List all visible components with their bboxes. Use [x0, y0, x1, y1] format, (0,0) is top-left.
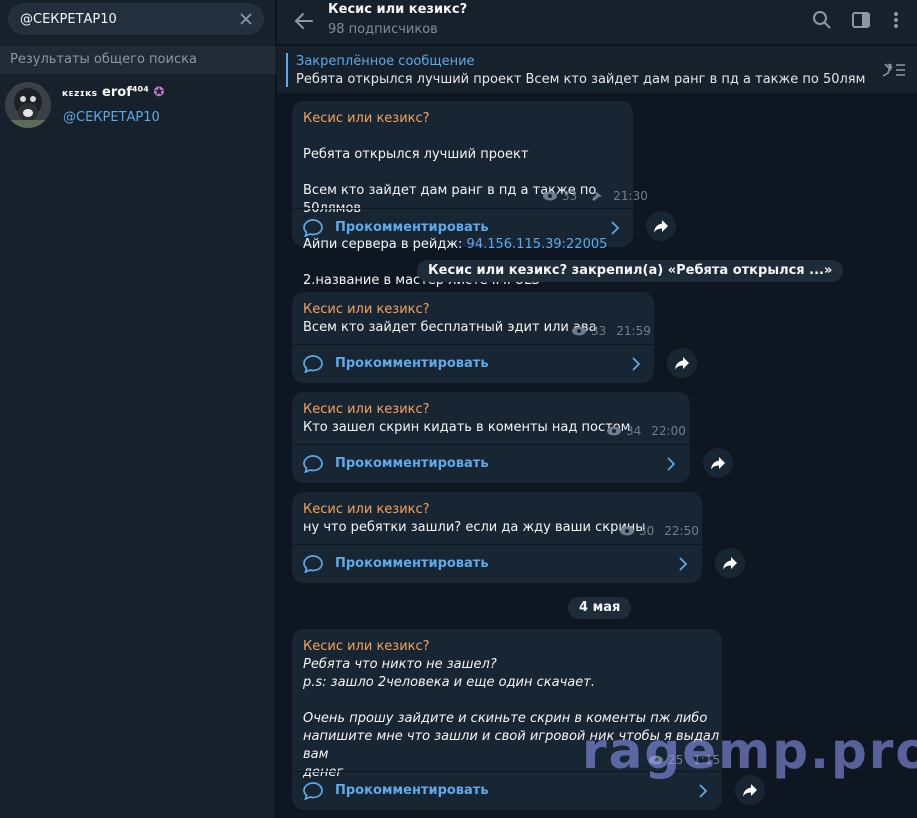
avatar [5, 82, 51, 128]
comment-button[interactable]: Прокомментировать [292, 545, 702, 583]
message-meta: 33 21:59 [571, 324, 651, 338]
message-time: 21:59 [616, 324, 651, 338]
message-author[interactable]: Кесис или кезикс? [303, 639, 430, 654]
section-label: Результаты общего поиска [0, 46, 276, 74]
message-time: 21:30 [613, 189, 648, 203]
comment-icon [303, 455, 323, 473]
share-icon [743, 784, 757, 797]
chat-area: Кесис или кезикс? 98 подписчиков Закрепл… [277, 0, 917, 818]
message-meta: 34 22:00 [606, 424, 686, 438]
view-count: 30 [639, 524, 655, 538]
pinned-text: Ребята открылся лучший проект Всем кто з… [296, 72, 866, 87]
message-bubble[interactable]: Кесис или кезикс? Кто зашел скрин кидать… [292, 392, 690, 483]
chevron-right-icon [679, 557, 688, 571]
comment-button[interactable]: Прокомментировать [292, 209, 633, 247]
date-separator: 4 мая [568, 597, 632, 619]
message-meta: 33 21:30 [542, 189, 648, 203]
message-bubble[interactable]: Кесис или кезикс? Ребята что никто не за… [292, 629, 722, 810]
view-count: 33 [562, 189, 578, 203]
message-bubble[interactable]: Кесис или кезикс? Ребята открылся лучший… [292, 101, 648, 288]
pinned-message-bar[interactable]: Закреплённое сообщение Ребята открылся л… [277, 45, 917, 93]
comment-icon [303, 219, 323, 237]
comment-icon [303, 555, 323, 573]
message-bubble[interactable]: Кесис или кезикс? ну что ребятки зашли? … [292, 492, 702, 583]
chevron-right-icon [632, 357, 641, 371]
pin-list-icon[interactable] [881, 60, 907, 80]
message-author[interactable]: Кесис или кезикс? [303, 502, 430, 517]
message-text[interactable]: Всем кто зайдет бесплатный эдит или ава [303, 319, 597, 337]
views-icon [543, 191, 557, 201]
view-count: 34 [626, 424, 642, 438]
views-icon [607, 426, 621, 436]
result-handle: @СЕКРЕТАР10 [63, 110, 160, 125]
pinned-title: Закреплённое сообщение [296, 54, 475, 69]
share-button[interactable] [703, 448, 733, 478]
service-pin-notice[interactable]: Кесис или кезикс? закрепил(а) «Ребята от… [417, 260, 844, 282]
subscriber-count: 98 подписчиков [328, 22, 438, 37]
search-box[interactable] [8, 3, 264, 35]
share-button[interactable] [646, 211, 676, 241]
comment-button[interactable]: Прокомментировать [292, 345, 654, 383]
result-name: ᴋᴇᴢɪᴋs erof⁴⁰⁴ ✪ [62, 85, 164, 100]
view-count: 33 [591, 324, 607, 338]
emoji-icon: ✪ [153, 85, 165, 100]
share-button[interactable] [715, 548, 745, 578]
comment-label: Прокомментировать [335, 220, 489, 235]
chevron-right-icon [611, 221, 620, 235]
more-menu-icon[interactable] [886, 10, 906, 30]
channel-title[interactable]: Кесис или кезикс? [328, 2, 467, 17]
message-bubble[interactable]: Кесис или кезикс? Всем кто зайдет беспла… [292, 292, 654, 383]
chat-header: Кесис или кезикс? 98 подписчиков [277, 0, 917, 44]
share-icon [711, 457, 725, 470]
comment-label: Прокомментировать [335, 783, 489, 798]
close-icon[interactable] [238, 11, 254, 27]
back-arrow-icon[interactable] [293, 10, 315, 32]
search-icon[interactable] [812, 10, 832, 30]
message-author[interactable]: Кесис или кезикс? [303, 302, 430, 317]
result-name-suffix: erof⁴⁰⁴ [102, 85, 149, 100]
share-button[interactable] [667, 348, 697, 378]
sidebar-toggle-icon[interactable] [851, 10, 871, 30]
views-icon [620, 526, 634, 536]
message-line: Ребята открылся лучший проект [303, 147, 529, 162]
comment-label: Прокомментировать [335, 456, 489, 471]
message-text[interactable]: ну что ребятки зашли? если да жду ваши с… [303, 519, 646, 537]
share-icon [675, 357, 689, 370]
comment-icon [303, 782, 323, 800]
comment-label: Прокомментировать [335, 556, 489, 571]
result-name-prefix: ᴋᴇᴢɪᴋs [62, 89, 98, 99]
pin-icon [592, 191, 603, 201]
comment-button[interactable]: Прокомментировать [292, 445, 690, 483]
search-result-item[interactable]: ᴋᴇᴢɪᴋs erof⁴⁰⁴ ✪ @СЕКРЕТАР10 [0, 76, 276, 136]
message-author[interactable]: Кесис или кезикс? [303, 402, 430, 417]
share-icon [654, 220, 668, 233]
message-time: 22:50 [664, 524, 699, 538]
chevron-right-icon [699, 784, 708, 798]
chevron-right-icon [667, 457, 676, 471]
message-author[interactable]: Кесис или кезикс? [303, 111, 430, 126]
pinned-indicator [286, 53, 288, 87]
search-panel: Результаты общего поиска ᴋᴇᴢɪᴋs erof⁴⁰⁴ … [0, 0, 276, 818]
message-meta: 30 22:50 [619, 524, 699, 538]
comment-icon [303, 355, 323, 373]
search-input[interactable] [20, 3, 230, 35]
message-text[interactable]: Кто зашел скрин кидать в коменты над пос… [303, 419, 630, 437]
share-icon [723, 557, 737, 570]
message-time: 22:00 [651, 424, 686, 438]
comment-label: Прокомментировать [335, 356, 489, 371]
views-icon [572, 326, 586, 336]
watermark: ragemp.pro [582, 722, 917, 780]
